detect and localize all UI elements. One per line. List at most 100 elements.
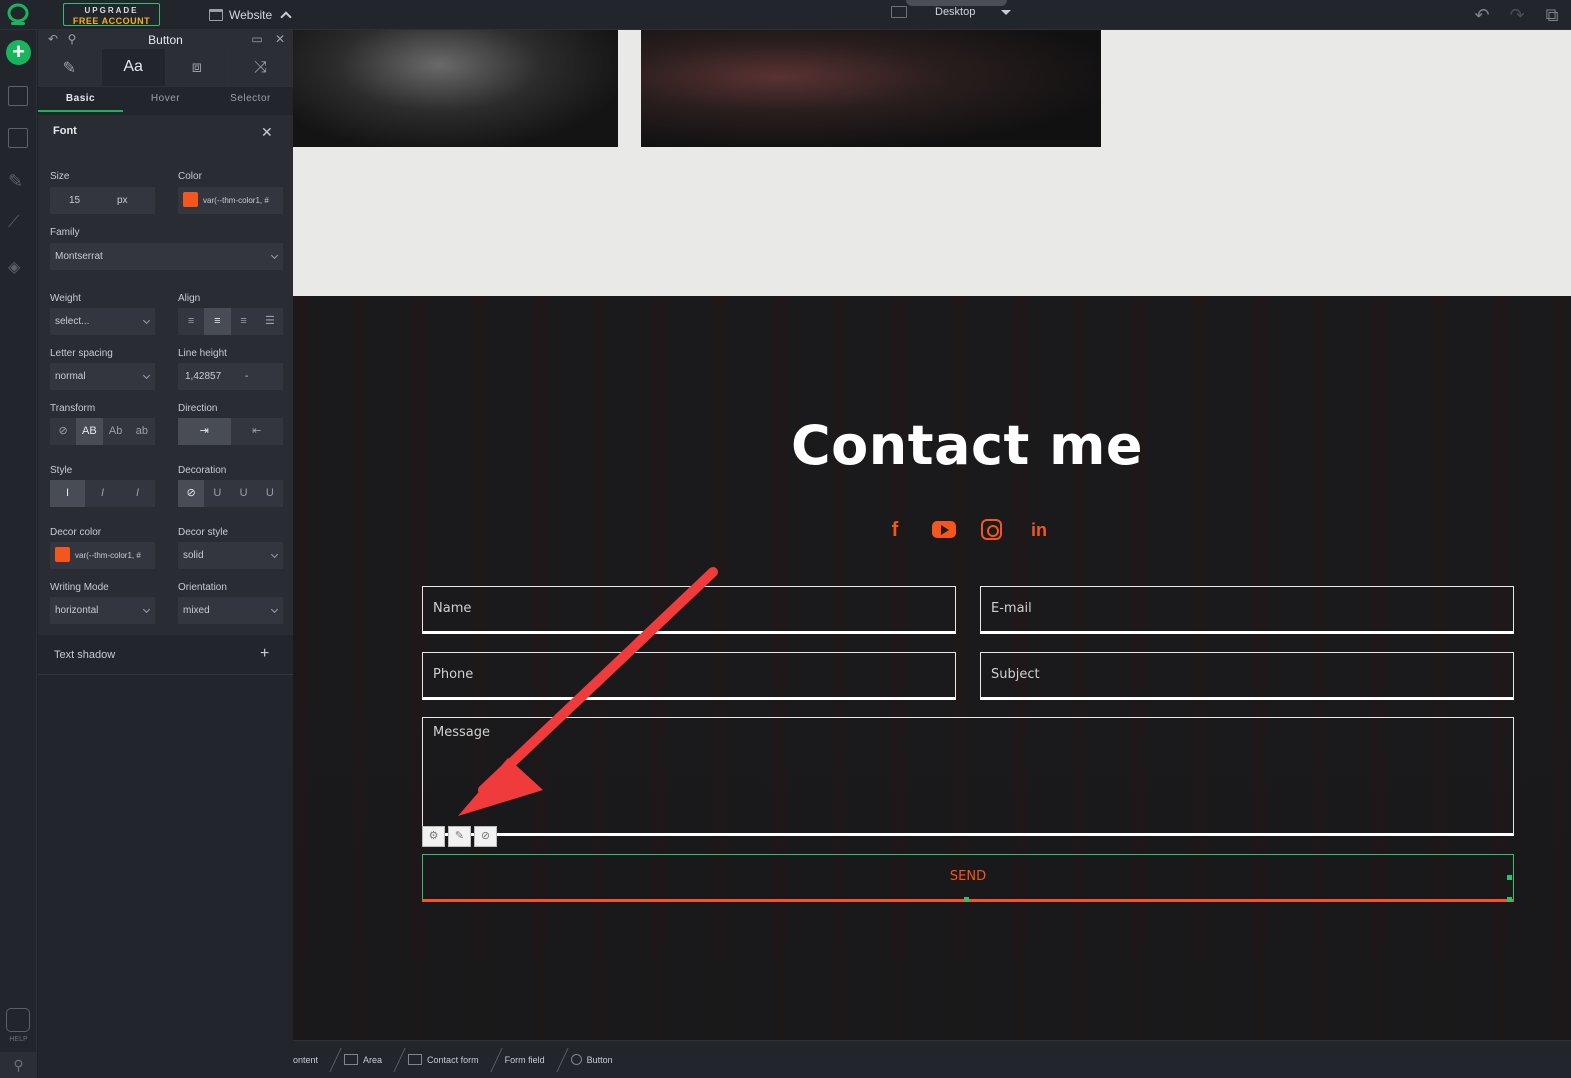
align-left-icon[interactable]: ≡ [178,308,204,335]
edit-icon[interactable] [8,128,28,148]
resize-handle-right[interactable] [1507,875,1512,880]
message-placeholder: Message [433,725,490,740]
youtube-icon[interactable] [932,521,956,538]
subtab-hover[interactable]: Hover [123,87,208,112]
pages-icon[interactable] [8,86,28,106]
sitemap-icon[interactable]: ⧉ [1543,6,1561,24]
hide-icon[interactable]: ⊘ [474,826,497,847]
underline-icon[interactable]: U [204,480,230,507]
direction-group: ⇥ ⇤ [178,418,283,445]
color-label: Color [178,171,202,182]
subject-field[interactable]: Subject [980,652,1514,700]
layers-icon[interactable]: ◈ [8,257,28,277]
gear-icon[interactable]: ⚙ [422,826,445,847]
style-label: Style [50,465,73,476]
add-element-button[interactable]: + [6,40,31,65]
color-swatch[interactable] [183,192,198,208]
size-value: 15 [69,195,81,206]
strikethrough-icon[interactable]: U [231,480,257,507]
email-placeholder: E-mail [991,601,1032,616]
contact-heading[interactable]: Contact me [293,414,1571,477]
free-account-label: FREE ACCOUNT [72,16,151,26]
weight-select[interactable]: select... [50,308,155,335]
decor-color-swatch[interactable] [55,547,70,563]
facebook-icon[interactable]: f [883,518,907,542]
breadcrumb-item-content[interactable]: ontent [293,1047,342,1072]
transform-capitalize[interactable]: Ab [103,418,129,445]
message-field[interactable]: Message [422,717,1514,836]
breadcrumb-item-area[interactable]: Area [344,1047,406,1072]
gallery-image-1[interactable] [293,30,618,147]
transform-none-icon[interactable]: ⊘ [50,418,76,445]
align-right-icon[interactable]: ≡ [231,308,257,335]
name-field[interactable]: Name [422,586,956,634]
direction-rtl-icon[interactable]: ⇤ [231,418,284,445]
align-group: ≡ ≡ ≡ ☰ [178,308,283,335]
tab-interactions[interactable]: ⤨ [229,49,293,86]
style-italic-icon[interactable]: I [85,480,120,507]
phone-field[interactable]: Phone [422,652,956,700]
panel-tabs: ✎ Aa ⧈ ⤨ [38,49,293,87]
website-menu[interactable]: Website [209,7,292,23]
decoration-none-icon[interactable]: ⊘ [178,480,205,507]
tab-typography[interactable]: Aa [101,49,166,86]
orientation-label: Orientation [178,582,227,593]
editor-canvas[interactable]: Contact me f in Name E-mail Phone Subjec… [293,30,1571,1040]
breadcrumb-separator [480,1047,503,1072]
chevron-up-icon [280,11,292,23]
resize-handle-bottom[interactable] [964,897,969,902]
analytics-icon[interactable]: ⟋ [8,214,28,234]
tab-effects[interactable]: ⧈ [165,49,230,86]
transform-lowercase[interactable]: ab [129,418,155,445]
line-height-input[interactable]: 1,42857 - [178,363,283,390]
breadcrumb-label: Contact form [427,1054,479,1065]
style-normal-icon[interactable]: I [50,480,85,507]
direction-ltr-icon[interactable]: ⇥ [178,418,231,445]
transform-group: ⊘ AB Ab ab [50,418,155,445]
add-icon[interactable]: + [260,645,269,663]
color-input[interactable]: var(--thm-color1, # [178,187,283,214]
align-center-icon[interactable]: ≡ [204,308,231,335]
email-field[interactable]: E-mail [980,586,1514,634]
subtab-basic[interactable]: Basic [38,87,123,112]
send-button[interactable]: SEND [422,854,1514,902]
tab-style-brush[interactable]: ✎ [38,49,102,86]
minimize-icon[interactable]: ▭ [250,32,264,46]
resize-handle-corner[interactable] [1507,897,1512,902]
breadcrumb-item-contact-form[interactable]: Contact form [408,1047,503,1072]
brush-icon[interactable]: ✎ [8,171,28,191]
chevron-down-icon [270,550,279,559]
close-section-icon[interactable]: ✕ [261,124,273,141]
instagram-icon[interactable] [981,519,1002,540]
style-oblique-icon[interactable]: I [120,480,155,507]
gallery-image-2[interactable] [641,30,1101,147]
name-placeholder: Name [433,601,472,616]
family-select[interactable]: Montserrat [50,243,283,270]
upgrade-button[interactable]: UPGRADE FREE ACCOUNT [63,3,160,26]
undo-icon[interactable]: ↶ [1473,6,1491,24]
orientation-select[interactable]: mixed [178,597,283,624]
decor-style-select[interactable]: solid [178,542,283,569]
size-input[interactable]: 15 px [50,187,155,214]
transform-uppercase[interactable]: AB [76,418,103,445]
decoration-label: Decoration [178,465,227,476]
pencil-icon[interactable]: ✎ [448,826,471,847]
redo-icon[interactable]: ↷ [1508,6,1526,24]
help-icon[interactable] [6,1008,30,1032]
breadcrumb-item-button[interactable]: Button [570,1054,613,1065]
breadcrumb-item-form-field[interactable]: Form field [505,1047,569,1072]
device-selector[interactable]: Desktop [891,6,1012,18]
breadcrumb-label: Button [586,1054,613,1065]
app-logo-icon[interactable] [6,3,30,27]
decor-color-input[interactable]: var(--thm-color1, # [50,542,155,569]
breadcrumb-separator [384,1047,406,1072]
text-shadow-row[interactable]: Text shadow + [38,635,293,675]
overline-icon[interactable]: U [257,480,283,507]
align-justify-icon[interactable]: ☰ [257,308,283,335]
subtab-selector[interactable]: Selector [208,87,293,112]
close-icon[interactable]: ✕ [273,32,287,46]
linkedin-icon[interactable]: in [1027,518,1051,542]
writing-mode-select[interactable]: horizontal [50,597,155,624]
pin-icon[interactable]: ⚲ [0,1052,37,1078]
letter-spacing-select[interactable]: normal [50,363,155,390]
